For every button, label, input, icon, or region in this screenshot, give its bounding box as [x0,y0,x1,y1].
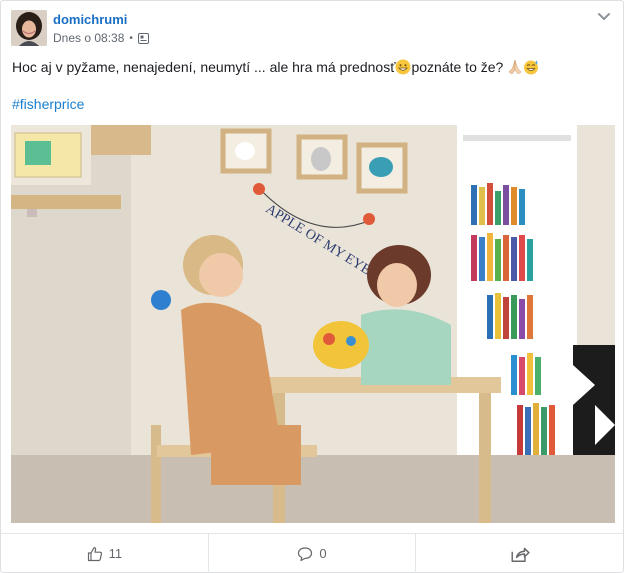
author-name[interactable]: domichrumi [53,12,127,27]
post-meta: Dnes o 08:38 • [53,31,149,45]
public-icon [137,32,149,44]
comment-button[interactable]: 0 [207,534,416,573]
hashtag-link[interactable]: #fisherprice [12,96,84,112]
post-photo[interactable]: APPLE OF MY EYE [11,125,615,523]
post-text-tail: poznáte to že? [411,59,504,75]
like-count: 11 [108,546,123,561]
praying-hands-emoji-icon [508,59,522,75]
meta-separator: • [129,32,133,44]
share-icon [511,547,530,562]
like-button[interactable]: 11 [1,534,208,573]
post-text: Hoc aj v pyžame, nenajedení, neumytí ...… [12,59,539,75]
photo-illustration: APPLE OF MY EYE [11,125,615,523]
avatar-image [11,10,47,46]
sweat-smile-emoji-icon [524,60,539,75]
comment-icon [298,546,313,561]
grinning-emoji-icon [395,59,411,75]
post-card: domichrumi Dnes o 08:38 • Hoc aj v pyžam… [0,0,624,573]
thumbs-up-icon [87,546,102,561]
comment-count: 0 [319,546,327,561]
share-button[interactable] [415,534,623,573]
post-time[interactable]: Dnes o 08:38 [53,31,124,45]
avatar[interactable] [11,10,47,46]
post-actions: 11 0 [1,533,623,573]
post-text-main: Hoc aj v pyžame, nenajedení, neumytí ...… [12,59,396,75]
chevron-down-icon[interactable] [597,12,611,22]
